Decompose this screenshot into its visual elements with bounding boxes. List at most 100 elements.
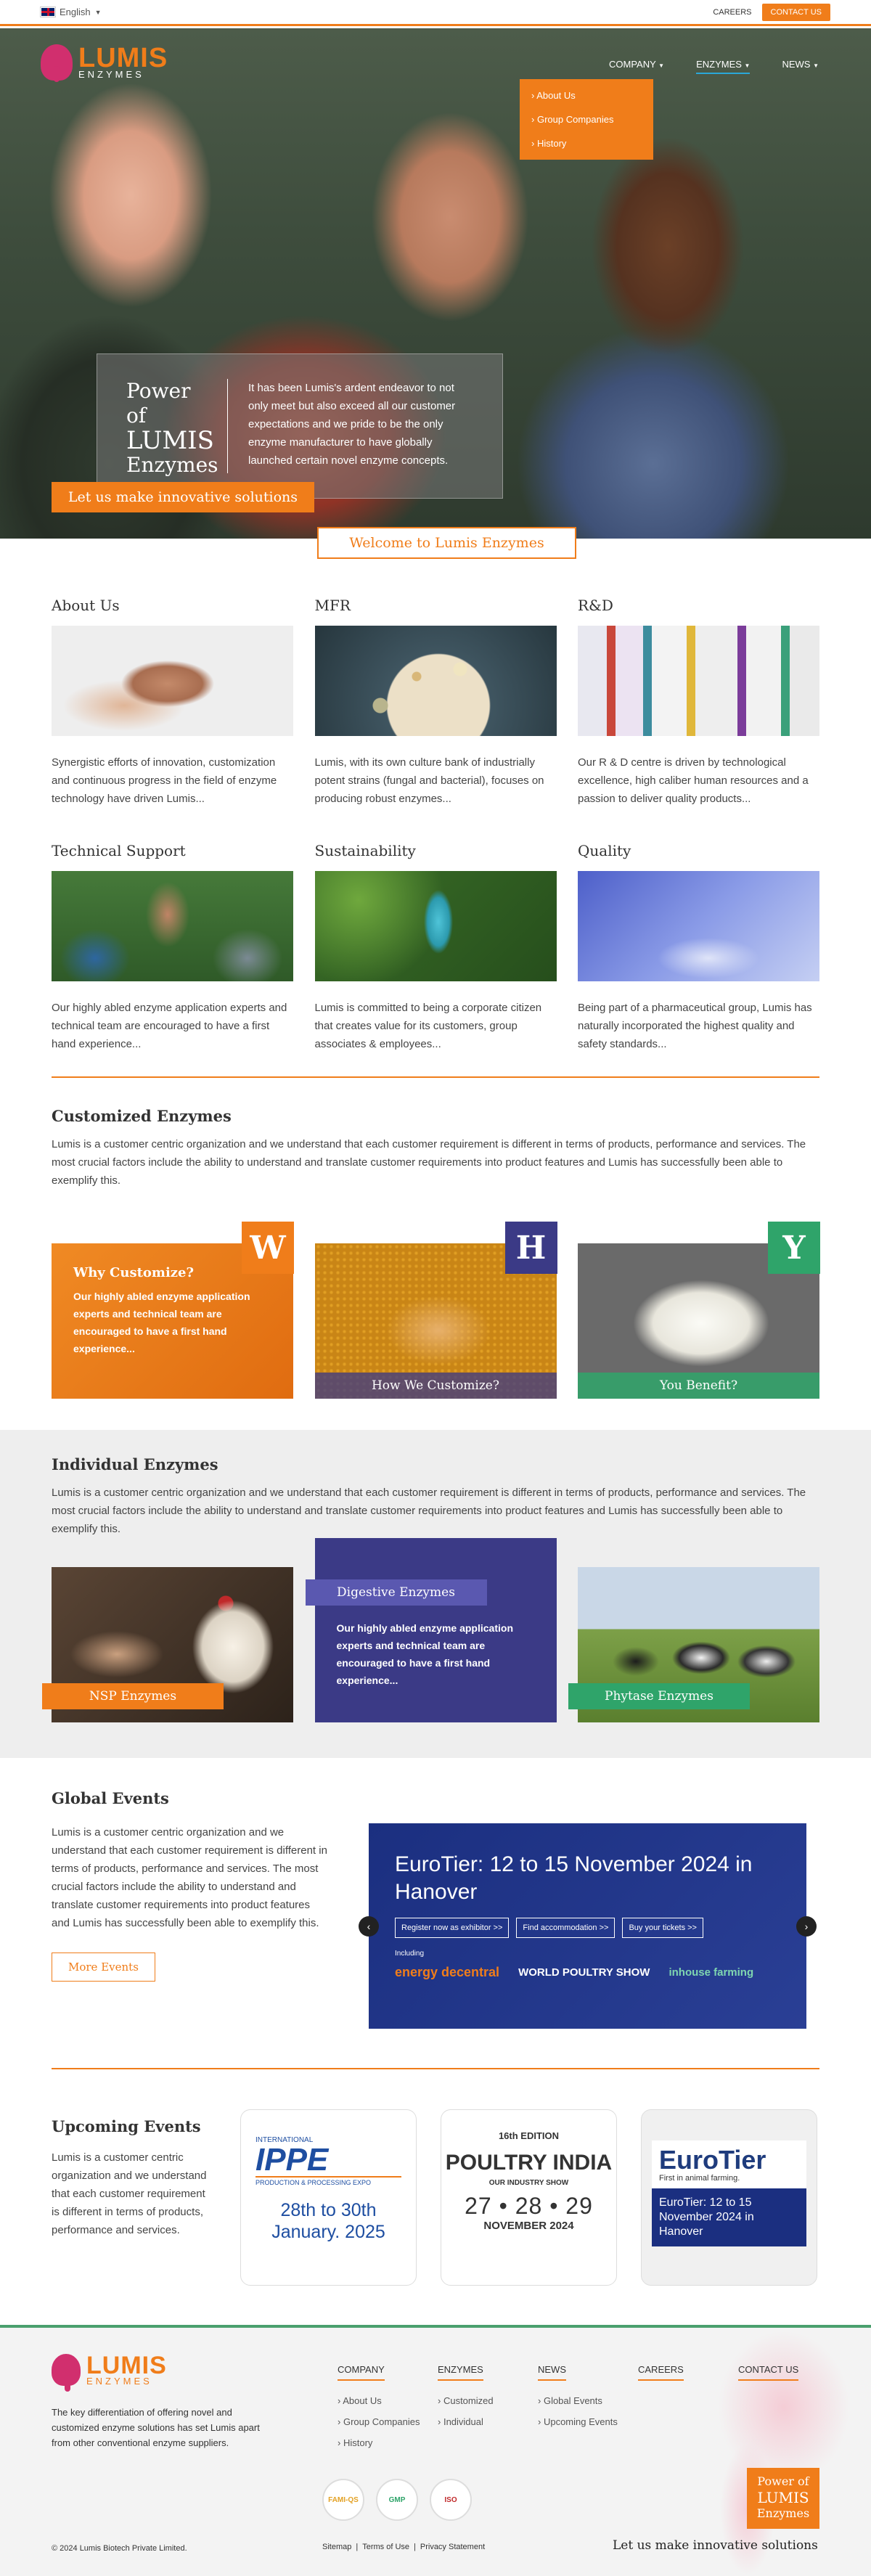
- footer-link[interactable]: Individual: [438, 2416, 538, 2427]
- eurotier-logo: EuroTier: [659, 2145, 766, 2175]
- poultry-india-event-card[interactable]: 16th EDITION POULTRY INDIA OUR INDUSTRY …: [441, 2109, 617, 2286]
- footer-link[interactable]: Global Events: [538, 2395, 638, 2406]
- why-customize-card[interactable]: W Why Customize? Our highly abled enzyme…: [52, 1222, 294, 1399]
- section-text: Lumis is a customer centric organization…: [52, 1826, 327, 1929]
- hands-image: [52, 626, 293, 736]
- section-title: Global Events: [52, 1789, 169, 1807]
- world-poultry-show-logo: WORLD POULTRY SHOW: [518, 1966, 650, 1979]
- footer-logo[interactable]: LUMIS ENZYMES: [52, 2353, 167, 2392]
- card-title: MFR: [314, 597, 351, 614]
- footer-tagline: Let us make innovative solutions: [613, 2538, 818, 2553]
- eurotier-event-card[interactable]: EuroTier First in animal farming. EuroTi…: [641, 2109, 817, 2286]
- chevron-down-icon: ▼: [813, 62, 819, 69]
- privacy-link[interactable]: Privacy Statement: [420, 2543, 485, 2551]
- card-text: Synergistic efforts of innovation, custo…: [52, 756, 277, 805]
- contact-us-button[interactable]: CONTACT US: [761, 3, 830, 21]
- footer-about: The key differentiation of offering nove…: [52, 2407, 260, 2448]
- slider-next-arrow-icon[interactable]: ›: [796, 1916, 817, 1937]
- card-label: You Benefit?: [578, 1373, 819, 1399]
- nav-company-label: COMPANY: [608, 59, 656, 70]
- nav-enzymes[interactable]: ENZYMES ▼: [696, 59, 751, 74]
- dropdown-about-us[interactable]: About Us: [520, 83, 653, 107]
- about-grid-row1: About Us Synergistic efforts of innovati…: [52, 597, 819, 808]
- footer-link[interactable]: History: [338, 2437, 438, 2448]
- footer-link[interactable]: Group Companies: [338, 2416, 438, 2427]
- separator: |: [414, 2543, 416, 2551]
- company-dropdown: About Us Group Companies History: [520, 79, 653, 160]
- card-label: Phytase Enzymes: [568, 1683, 750, 1709]
- power-line3: Enzymes: [756, 2506, 810, 2520]
- fami-qs-badge-icon: FAMI-QS: [322, 2479, 364, 2521]
- site-logo[interactable]: LUMIS ENZYMES: [41, 44, 168, 82]
- nsp-enzymes-card[interactable]: NSP Enzymes: [42, 1567, 293, 1722]
- card-text: Our highly abled enzyme application expe…: [336, 1622, 514, 1686]
- card-label: NSP Enzymes: [42, 1683, 224, 1709]
- petri-dish-image: [314, 626, 557, 736]
- footer-col-title[interactable]: NEWS: [538, 2364, 566, 2381]
- chevron-down-icon: ▼: [658, 62, 665, 69]
- find-accommodation-button[interactable]: Find accommodation >>: [516, 1918, 616, 1938]
- footer-col-title[interactable]: CAREERS: [638, 2364, 684, 2381]
- footer-link[interactable]: About Us: [338, 2395, 438, 2406]
- nav-company[interactable]: COMPANY ▼: [609, 59, 664, 74]
- mfr-card[interactable]: MFR Lumis, with its own culture bank of …: [314, 597, 557, 808]
- section-title: Customized Enzymes: [52, 1107, 232, 1125]
- footer-col-title[interactable]: CONTACT US: [738, 2364, 799, 2381]
- register-exhibitor-button[interactable]: Register now as exhibitor >>: [395, 1918, 510, 1938]
- section-divider: [52, 2068, 819, 2069]
- event-date: 28th to 30th January. 2025: [271, 2200, 385, 2242]
- footer-col-careers: CAREERS: [638, 2364, 738, 2458]
- footer-col-title[interactable]: ENZYMES: [438, 2364, 483, 2381]
- poultry-india-logo: POULTRY INDIA: [445, 2151, 613, 2175]
- sitemap-link[interactable]: Sitemap: [322, 2543, 351, 2551]
- rnd-card[interactable]: R&D Our R & D centre is driven by techno…: [578, 597, 819, 808]
- section-text: Lumis is a customer centric organization…: [52, 1138, 806, 1187]
- hero-text: It has been Lumis's ardent endeavor to n…: [248, 382, 456, 467]
- power-badge: Power of LUMIS Enzymes: [747, 2468, 819, 2529]
- you-benefit-card[interactable]: Y You Benefit?: [578, 1222, 820, 1399]
- footer-link[interactable]: Upcoming Events: [538, 2416, 638, 2427]
- about-card[interactable]: About Us Synergistic efforts of innovati…: [52, 597, 293, 808]
- digestive-enzymes-card[interactable]: Digestive Enzymes Our highly abled enzym…: [305, 1538, 557, 1722]
- language-selector[interactable]: English ▼: [40, 7, 102, 17]
- chevron-down-icon: ▼: [94, 8, 102, 16]
- footer-link[interactable]: Customized: [438, 2395, 538, 2406]
- edition-badge: 16th EDITION: [498, 2130, 560, 2141]
- technical-support-card[interactable]: Technical Support Our highly abled enzym…: [52, 842, 293, 1053]
- section-title: Upcoming Events: [52, 2117, 201, 2135]
- poultry-india-tagline: OUR INDUSTRY SHOW: [488, 2179, 569, 2187]
- team-high-five-image: [52, 871, 293, 981]
- nav-news[interactable]: NEWS ▼: [782, 59, 819, 74]
- section-text: Lumis is a customer centric organization…: [52, 2151, 207, 2236]
- footer-col-title[interactable]: COMPANY: [338, 2364, 385, 2381]
- card-title: Sustainability: [314, 842, 416, 859]
- terms-link[interactable]: Terms of Use: [362, 2543, 409, 2551]
- phytase-enzymes-card[interactable]: Phytase Enzymes: [568, 1567, 819, 1722]
- more-events-button[interactable]: More Events: [52, 1953, 155, 1982]
- sustainability-card[interactable]: Sustainability Lumis is committed to bei…: [314, 842, 557, 1053]
- hero-title-line3: Enzymes: [126, 453, 218, 477]
- buy-tickets-button[interactable]: Buy your tickets >>: [622, 1918, 703, 1938]
- hero-title: Power of LUMIS Enzymes: [126, 379, 228, 477]
- copyright: © 2024 Lumis Biotech Private Limited.: [52, 2544, 187, 2553]
- events-slider[interactable]: EuroTier: 12 to 15 November 2024 in Hano…: [369, 1823, 806, 2029]
- elephant-logo-icon: [41, 44, 73, 82]
- dropdown-history[interactable]: History: [520, 131, 653, 155]
- slider-prev-arrow-icon[interactable]: ‹: [359, 1916, 379, 1937]
- quality-card[interactable]: Quality Being part of a pharmaceutical g…: [578, 842, 819, 1053]
- dropdown-group-companies[interactable]: Group Companies: [520, 107, 653, 131]
- footer-legal-links: Sitemap | Terms of Use | Privacy Statement: [322, 2543, 485, 2551]
- card-letter: H: [504, 1222, 557, 1274]
- card-title: Quality: [578, 842, 631, 859]
- slide-title: EuroTier: 12 to 15 November 2024 in Hano…: [395, 1852, 753, 1904]
- how-we-customize-card[interactable]: H How We Customize?: [314, 1222, 557, 1399]
- ippe-event-card[interactable]: INTERNATIONAL IPPE PRODUCTION & PROCESSI…: [240, 2109, 417, 2286]
- inhouse-farming-logo: inhouse farming: [668, 1966, 754, 1979]
- card-label: Digestive Enzymes: [305, 1579, 487, 1606]
- card-text: Lumis, with its own culture bank of indu…: [314, 756, 544, 805]
- energy-decentral-logo: energy decentral: [395, 1965, 500, 1979]
- section-text: Lumis is a customer centric organization…: [52, 1487, 806, 1535]
- hero-caption: Power of LUMIS Enzymes It has been Lumis…: [97, 353, 503, 499]
- careers-link[interactable]: CAREERS: [713, 8, 751, 17]
- event-date: EuroTier: 12 to 15 November 2024 in Hano…: [652, 2188, 806, 2246]
